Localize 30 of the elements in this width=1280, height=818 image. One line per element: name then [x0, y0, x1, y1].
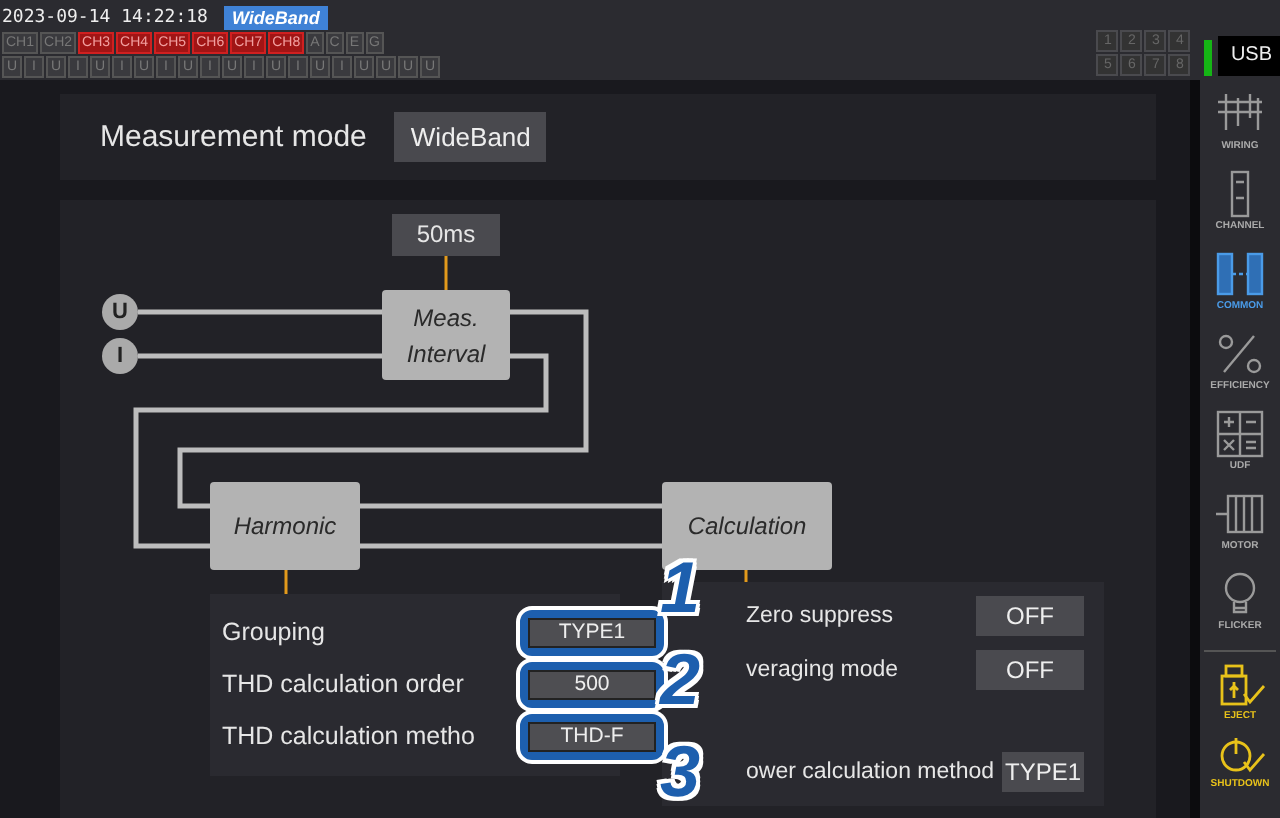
setting-label: THD calculation metho	[222, 722, 475, 750]
value-field[interactable]: 500	[528, 669, 656, 699]
setting-label: veraging mode	[746, 658, 899, 682]
setting-label: ower calculation method	[746, 760, 995, 784]
link-line	[284, 570, 288, 594]
value-field[interactable]: THD-F	[528, 721, 656, 751]
mode-badge: WideBand	[223, 6, 328, 30]
input-node: I	[102, 338, 138, 374]
value-button[interactable]: OFF	[976, 650, 1084, 690]
interval-value[interactable]: 50ms	[392, 214, 500, 256]
callout-number: 3	[660, 736, 701, 808]
value-field[interactable]: TYPE1	[528, 617, 656, 647]
calculator-icon	[1214, 409, 1266, 457]
common-icon	[1214, 249, 1266, 297]
mode-label: Measurement mode	[100, 120, 367, 154]
value-button[interactable]: OFF	[976, 596, 1084, 636]
harmonic-node[interactable]: Harmonic	[210, 482, 360, 570]
setting-label: Zero suppress	[746, 604, 894, 628]
link-line	[444, 256, 448, 290]
setting-label: Grouping	[222, 618, 325, 646]
interval-node[interactable]: Meas. Interval	[382, 290, 510, 380]
motor-icon	[1214, 489, 1266, 537]
setting-label: THD calculation order	[222, 670, 464, 698]
percent-icon	[1213, 329, 1266, 377]
input-node: U	[102, 294, 138, 330]
usb-label: USB	[1218, 36, 1280, 76]
link-line	[744, 570, 748, 582]
mode-button[interactable]: WideBand	[394, 112, 547, 162]
value-button[interactable]: TYPE1	[1002, 752, 1084, 792]
date-time: 2023-09-14 14:22:18	[2, 8, 208, 28]
